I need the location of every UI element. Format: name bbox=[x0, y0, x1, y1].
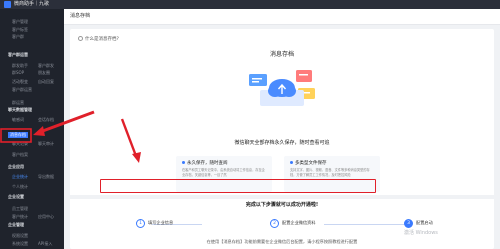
feature-card-title: 多类型文件保存 bbox=[290, 160, 327, 166]
sidebar-item[interactable]: 个人统计 bbox=[12, 184, 28, 190]
help-link[interactable]: 什么是消息存档? bbox=[78, 36, 119, 42]
sidebar-item[interactable]: 导出数据 bbox=[38, 174, 54, 180]
feature-card-title-text: 多类型文件保存 bbox=[295, 161, 327, 166]
help-link-label: 什么是消息存档? bbox=[85, 37, 119, 42]
sidebar-item[interactable]: 企业统计 bbox=[12, 174, 28, 180]
top-bar: 微商助手｜九歌 bbox=[0, 0, 500, 9]
sidebar-item[interactable]: 客户群发 bbox=[38, 63, 54, 69]
sidebar-item[interactable]: 应用中心 bbox=[38, 214, 54, 220]
section-divider bbox=[70, 195, 494, 199]
sidebar-group-heading[interactable]: 企业应用 bbox=[8, 164, 24, 170]
tab-message-archive[interactable]: 消息存档 bbox=[70, 12, 90, 19]
step-2[interactable]: 2 配置企业微信资料 bbox=[270, 219, 316, 228]
sidebar-item[interactable]: 朋友圈 bbox=[38, 70, 50, 76]
steps-title: 完成以下步骤就可以成功开通啦! bbox=[245, 202, 319, 208]
tab-bar: 消息存档 bbox=[64, 9, 500, 25]
sidebar-item[interactable]: API接入 bbox=[38, 241, 52, 247]
app-title: 微商助手｜九歌 bbox=[14, 1, 50, 7]
main-area: 消息存档 什么是消息存档? 消息存档 微信聊天全部存档永久保存，随时查看可追 永… bbox=[64, 9, 500, 249]
setup-note: 在使用【消息存档】功能前需要在企业微信后台配置，请小程序按照教程进行配置 bbox=[206, 239, 358, 244]
sidebar-item-active[interactable]: 消息存档 bbox=[8, 132, 28, 138]
step-number: 2 bbox=[270, 219, 279, 228]
step-1[interactable]: 1 填写企业信息 bbox=[136, 219, 173, 228]
sidebar-item[interactable]: 员工管理 bbox=[12, 206, 28, 212]
sidebar-item[interactable]: 聊天记录 bbox=[12, 141, 28, 147]
hero-title: 消息存档 bbox=[269, 51, 294, 58]
question-icon bbox=[78, 36, 83, 41]
bullet-icon bbox=[182, 161, 185, 164]
annotation-highlight-box bbox=[100, 179, 376, 193]
sidebar-item[interactable]: 活动裂变 bbox=[12, 79, 28, 85]
sidebar-group-heading[interactable]: 聊天数据管理 bbox=[8, 107, 32, 113]
step-3[interactable]: 3 配置启动 bbox=[404, 219, 433, 228]
step-label: 配置企业微信资料 bbox=[282, 220, 316, 225]
sidebar-item[interactable]: 客户群运营 bbox=[12, 87, 32, 93]
bullet-icon bbox=[290, 161, 293, 164]
sidebar-item[interactable]: 客户标签 bbox=[12, 27, 28, 33]
sidebar-item[interactable]: 客户档案 bbox=[12, 152, 28, 158]
sidebar-group-heading[interactable]: 客户群运营 bbox=[8, 52, 28, 58]
sidebar-group-heading[interactable]: 企业设置 bbox=[8, 194, 24, 200]
feature-card-desc: 在客户和员工聊天记录中，由系统自动将工作信息，存至企业存档，关键信息等，一目了然 bbox=[182, 168, 265, 177]
sidebar-item[interactable]: 客户管理 bbox=[12, 19, 28, 25]
sidebar-item[interactable]: 系统设置 bbox=[12, 241, 28, 247]
content-panel: 什么是消息存档? 消息存档 微信聊天全部存档永久保存，随时查看可追 永久保存，随… bbox=[70, 29, 494, 249]
sidebar-item[interactable]: 群运营 bbox=[12, 100, 24, 106]
sidebar-group-heading[interactable]: 企业管理 bbox=[8, 222, 24, 228]
sidebar-item[interactable]: 敏感词 bbox=[12, 117, 24, 123]
step-number: 3 bbox=[404, 219, 413, 228]
step-connector bbox=[324, 224, 412, 225]
sidebar: 客户管理 客户标签 客户群 客户群运营 群发助手 客户群发 群SOP 朋友圈 活动裂变 自动回复客… bbox=[0, 9, 64, 249]
sidebar-item[interactable]: 聊天审计 bbox=[38, 141, 54, 147]
sidebar-item[interactable]: 群SOP bbox=[12, 70, 24, 76]
hero-subtitle: 微信聊天全部存档永久保存，随时查看可追 bbox=[234, 140, 330, 146]
cloud-archive-illustration-icon bbox=[249, 70, 315, 106]
sidebar-item[interactable]: 客户群 bbox=[12, 34, 24, 40]
step-label: 填写企业信息 bbox=[148, 220, 174, 225]
feature-card-title: 永久保存，随时查阅 bbox=[182, 160, 228, 166]
sidebar-item[interactable]: 客户统计 bbox=[12, 214, 28, 220]
sidebar-item[interactable]: 会话存档 bbox=[38, 117, 54, 123]
step-label: 配置启动 bbox=[416, 220, 433, 225]
windows-activation-watermark: 激活 Windows bbox=[404, 230, 438, 236]
feature-card-desc: 支持文字、图片、视频、语音、文件等多种消息类型的存档，方便了解员工工作情况，及时… bbox=[290, 168, 370, 177]
step-number: 1 bbox=[136, 219, 145, 228]
feature-card-title-text: 永久保存，随时查阅 bbox=[187, 161, 228, 166]
sidebar-item[interactable]: 自动回复 bbox=[38, 79, 54, 85]
sidebar-item[interactable]: 群发助手 bbox=[12, 63, 28, 69]
app-logo-icon bbox=[4, 1, 11, 8]
sidebar-item[interactable]: 权限设置 bbox=[12, 233, 28, 239]
